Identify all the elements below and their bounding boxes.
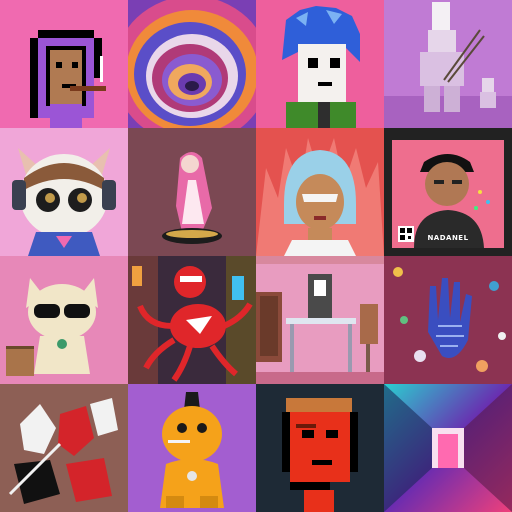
tile-flame-woman[interactable] — [256, 128, 384, 256]
flame-woman-image — [256, 128, 384, 256]
tile-orange-character[interactable] — [128, 384, 256, 512]
tile-lego-figure[interactable] — [384, 0, 512, 128]
figurine-image — [128, 128, 256, 256]
nft-thumbnail-grid: NADANEL — [0, 0, 512, 512]
tile-cat-sunglasses[interactable] — [0, 256, 128, 384]
tile-caption: NADANEL — [427, 234, 469, 242]
red-octopus-image — [128, 256, 256, 384]
tile-patterned-hand[interactable] — [384, 256, 512, 384]
patterned-hand-image — [384, 256, 512, 384]
orange-character-image — [128, 384, 256, 512]
desk-room-image — [256, 256, 384, 384]
abstract-figures-image — [0, 384, 128, 512]
tile-red-octopus[interactable] — [128, 256, 256, 384]
tile-figurine[interactable] — [128, 128, 256, 256]
tile-man-cap[interactable]: NADANEL — [384, 128, 512, 256]
tile-abstract-figures[interactable] — [0, 384, 128, 512]
swirl-image — [128, 0, 256, 128]
lego-figure-image — [384, 0, 512, 128]
blue-hair-pixel-image — [256, 0, 384, 128]
tile-cat-headset[interactable] — [0, 128, 128, 256]
tile-psychedelic-swirl[interactable] — [128, 0, 256, 128]
pixel-punk-image — [0, 0, 128, 128]
neon-corridor-image — [384, 384, 512, 512]
cat-headset-image — [0, 128, 128, 256]
tile-pixel-punk[interactable] — [0, 0, 128, 128]
tile-pixel-blue-hair[interactable] — [256, 0, 384, 128]
tile-neon-corridor[interactable] — [384, 384, 512, 512]
cat-sunglasses-image — [0, 256, 128, 384]
tile-pixel-red-punk[interactable] — [256, 384, 384, 512]
tile-desk-room[interactable] — [256, 256, 384, 384]
pixel-red-punk-image — [256, 384, 384, 512]
